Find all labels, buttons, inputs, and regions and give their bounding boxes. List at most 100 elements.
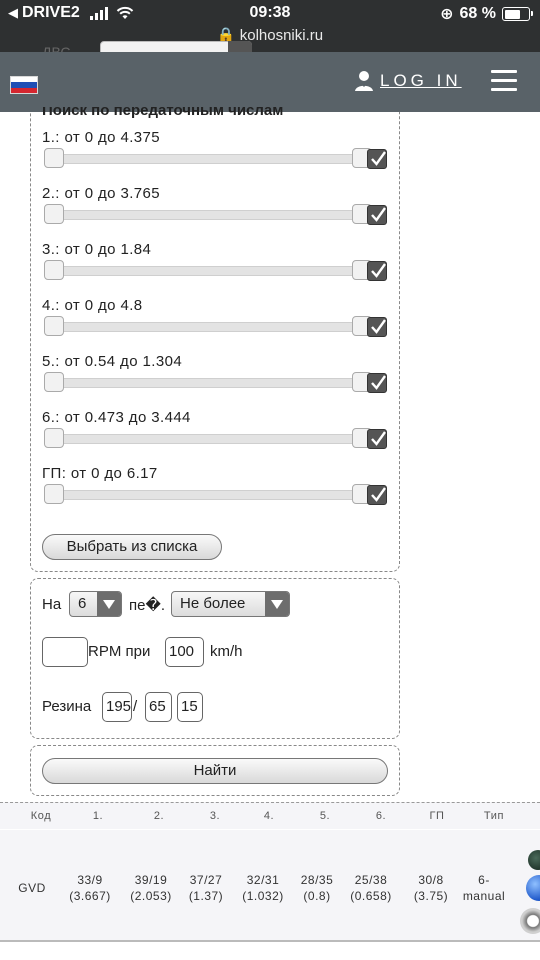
address-bar[interactable]: 🔒 kolhosniki.ru xyxy=(0,26,540,44)
gear-suffix-label: пе�. xyxy=(129,597,166,614)
checkmark-icon xyxy=(371,431,386,446)
cell-gear-1-ratio: 33/9 xyxy=(77,873,103,887)
speed-input[interactable]: 100 xyxy=(165,637,204,667)
col-gear-6[interactable]: 6. xyxy=(352,810,410,822)
cell-final-drive-value: (3.75) xyxy=(413,889,449,903)
slider-track[interactable] xyxy=(44,490,380,500)
slider-enable-checkbox[interactable] xyxy=(367,317,387,337)
table-row[interactable]: GVD 33/9 (3.667) 39/19 (2.053) 37/27 (1.37)… xyxy=(0,829,540,942)
slider-enable-checkbox[interactable] xyxy=(367,149,387,169)
choose-from-list-button[interactable]: Выбрать из списка xyxy=(42,534,222,560)
ratio-slider-4: 4.: от 0 до 4.8 xyxy=(42,296,388,337)
ratio-slider-1: 1.: от 0 до 4.375 xyxy=(42,128,388,169)
checkmark-icon xyxy=(371,375,386,390)
ratio-slider-label: 5.: от 0.54 до 1.304 xyxy=(42,353,183,370)
col-gear-3[interactable]: 3. xyxy=(188,810,242,822)
cell-gear-3-ratio: 37/27 xyxy=(189,873,223,887)
on-label: На xyxy=(42,596,62,613)
ratio-slider-2: 2.: от 0 до 3.765 xyxy=(42,184,388,225)
slider-min-handle[interactable] xyxy=(44,260,64,280)
limit-mode-select[interactable]: Не более xyxy=(171,591,290,617)
cell-type-line2: manual xyxy=(462,889,506,903)
user-icon xyxy=(355,71,373,91)
login-label: LOG IN xyxy=(380,71,462,90)
site-header: LOG IN xyxy=(0,52,540,112)
login-link[interactable]: LOG IN xyxy=(354,70,462,92)
col-gear-1[interactable]: 1. xyxy=(70,810,126,822)
slider-enable-checkbox[interactable] xyxy=(367,429,387,449)
ratio-slider-label: 4.: от 0 до 4.8 xyxy=(42,297,143,314)
slider-enable-checkbox[interactable] xyxy=(367,261,387,281)
slider-min-handle[interactable] xyxy=(44,316,64,336)
cell-gear-4-value: (1.032) xyxy=(242,889,284,903)
slider-track[interactable] xyxy=(44,154,380,164)
slider-min-handle[interactable] xyxy=(44,148,64,168)
cell-gear-3-value: (1.37) xyxy=(188,889,224,903)
checkmark-icon xyxy=(371,319,386,334)
col-final-drive[interactable]: ГП xyxy=(410,810,464,822)
cell-gear-2-value: (2.053) xyxy=(130,889,172,903)
col-gear-2[interactable]: 2. xyxy=(130,810,188,822)
ratio-slider-label: 6.: от 0.473 до 3.444 xyxy=(42,409,191,426)
orientation-lock-icon: ⊕ xyxy=(440,6,454,23)
col-code[interactable]: Код xyxy=(18,810,64,822)
cell-gear-6-ratio: 25/38 xyxy=(354,873,388,887)
tyre-label: Резина xyxy=(42,698,92,715)
slider-min-handle[interactable] xyxy=(44,204,64,224)
slider-enable-checkbox[interactable] xyxy=(367,205,387,225)
tyre-width-input[interactable]: 195 xyxy=(102,692,132,722)
col-gear-5[interactable]: 5. xyxy=(298,810,352,822)
cell-gear-4-ratio: 32/31 xyxy=(246,873,280,887)
author-avatar-icon[interactable] xyxy=(528,850,540,870)
ratio-slider-7: ГП: от 0 до 6.17 xyxy=(42,464,388,505)
cell-gear-3: 37/27 (1.37) xyxy=(180,872,232,904)
cell-final-drive-ratio: 30/8 xyxy=(418,873,444,887)
slider-min-handle[interactable] xyxy=(44,372,64,392)
cell-gear-5-value: (0.8) xyxy=(303,889,331,903)
slider-min-handle[interactable] xyxy=(44,428,64,448)
battery-percent: 68 % xyxy=(459,5,496,22)
slider-track[interactable] xyxy=(44,378,380,388)
cell-gear-5-ratio: 28/35 xyxy=(300,873,334,887)
find-button[interactable]: Найти xyxy=(42,758,388,784)
cell-final-drive: 30/8 (3.75) xyxy=(406,872,456,904)
cell-gear-6: 25/38 (0.658) xyxy=(342,872,400,904)
ratio-slider-label: ГП: от 0 до 6.17 xyxy=(42,465,158,482)
status-bar: ◀ DRIVE2 09:38 🔒 kolhosniki.ru ⊕ 68 % xyxy=(0,0,540,52)
cell-gear-1-value: (3.667) xyxy=(69,889,111,903)
checkmark-icon xyxy=(371,487,386,502)
ratio-slider-6: 6.: от 0.473 до 3.444 xyxy=(42,408,388,449)
url-text: kolhosniki.ru xyxy=(239,27,324,44)
slider-enable-checkbox[interactable] xyxy=(367,373,387,393)
hamburger-menu-icon[interactable] xyxy=(491,70,517,92)
slider-track[interactable] xyxy=(44,266,380,276)
ratio-slider-label: 2.: от 0 до 3.765 xyxy=(42,185,161,202)
table-header: Код 1. 2. 3. 4. 5. 6. ГП Тип xyxy=(0,802,540,829)
cell-type: 6- manual xyxy=(458,872,510,904)
tyre-rim-input[interactable]: 15 xyxy=(177,692,203,722)
limit-mode-value: Не более xyxy=(180,595,246,612)
cell-code[interactable]: GVD xyxy=(18,880,46,896)
cell-gear-2: 39/19 (2.053) xyxy=(122,872,180,904)
slider-enable-checkbox[interactable] xyxy=(367,485,387,505)
tyre-profile-input[interactable]: 65 xyxy=(145,692,172,722)
slider-track[interactable] xyxy=(44,210,380,220)
wrench-icon[interactable] xyxy=(520,908,540,934)
col-type[interactable]: Тип xyxy=(466,810,522,822)
globe-icon[interactable] xyxy=(526,875,540,901)
ratio-slider-label: 3.: от 0 до 1.84 xyxy=(42,241,152,258)
slider-track[interactable] xyxy=(44,322,380,332)
slider-min-handle[interactable] xyxy=(44,484,64,504)
rpm-input[interactable] xyxy=(42,637,88,667)
chevron-down-icon xyxy=(265,592,289,616)
col-gear-4[interactable]: 4. xyxy=(240,810,298,822)
chevron-down-icon xyxy=(97,592,121,616)
tyre-separator: / xyxy=(133,698,138,715)
language-flag-icon[interactable] xyxy=(10,76,38,94)
cell-type-line1: 6- xyxy=(478,873,490,887)
slider-track[interactable] xyxy=(44,434,380,444)
gear-select[interactable]: 6 xyxy=(69,591,122,617)
cell-gear-6-value: (0.658) xyxy=(350,889,392,903)
battery-icon xyxy=(502,7,533,21)
cell-gear-4: 32/31 (1.032) xyxy=(234,872,292,904)
